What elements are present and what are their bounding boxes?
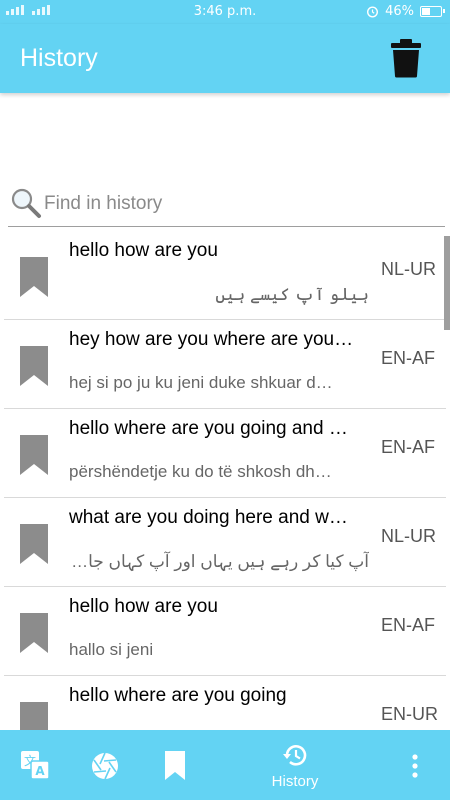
trash-icon[interactable]: [390, 38, 422, 78]
scrollbar[interactable]: [444, 236, 450, 330]
nav-history-label: History: [271, 773, 319, 790]
search-bar: [8, 185, 445, 227]
nav-camera[interactable]: [80, 730, 130, 800]
language-pair: EN-AF: [381, 437, 435, 457]
status-bar: 3:46 p.m. 46%: [0, 0, 450, 24]
language-pair: EN-UR: [381, 704, 438, 724]
search-input[interactable]: [44, 189, 434, 219]
source-text: hello where are you going: [69, 685, 287, 706]
nav-history[interactable]: History: [255, 730, 335, 800]
language-pair: NL-UR: [381, 259, 437, 279]
bookmark-icon[interactable]: [20, 524, 48, 564]
alarm-icon: [367, 6, 379, 18]
translated-text: hallo si jeni: [69, 640, 154, 659]
history-list: hello how are you ہیلو آپ کیسے ہیں NL-UR he…: [4, 231, 446, 730]
search-icon: [11, 188, 41, 218]
history-row[interactable]: hey how are you where are you… hej si po …: [4, 320, 446, 409]
more-vert-icon: [412, 754, 418, 778]
source-text: hello how are you: [69, 596, 218, 617]
history-row[interactable]: hello where are you going and … përshënde…: [4, 409, 446, 498]
language-pair: EN-AF: [381, 348, 435, 368]
bookmark-icon[interactable]: [20, 257, 48, 297]
history-row[interactable]: hello how are you hallo si jeni EN-AF: [4, 587, 446, 676]
history-row[interactable]: hello how are you ہیلو آپ کیسے ہیں NL-UR: [4, 231, 446, 320]
bookmark-icon: [165, 751, 185, 780]
history-icon: [283, 745, 307, 766]
nav-bookmarks[interactable]: [150, 730, 200, 800]
bottom-nav: 文 A History: [0, 730, 450, 800]
battery-percent: 46%: [385, 4, 414, 19]
source-text: hello where are you going and …: [69, 418, 348, 439]
source-text: hello how are you: [69, 240, 218, 261]
bookmark-icon[interactable]: [20, 702, 48, 730]
history-row[interactable]: hello where are you goingہیلو آپ کہاں جا…: [4, 676, 446, 730]
language-pair: NL-UR: [381, 526, 437, 546]
language-pair: EN-AF: [381, 615, 435, 635]
bookmark-icon[interactable]: [20, 435, 48, 475]
app-bar: History: [0, 24, 450, 93]
page-title: History: [20, 44, 98, 72]
history-row[interactable]: what are you doing here and w… آپ کیا کر …: [4, 498, 446, 587]
translated-text: hej si po ju ku jeni duke shkuar d…: [69, 373, 333, 392]
nav-more[interactable]: [395, 730, 435, 800]
camera-shutter-icon: [92, 752, 118, 780]
svg-text:A: A: [35, 764, 45, 778]
translated-text: ہیلو آپ کیسے ہیں: [215, 285, 369, 304]
translated-text: آپ کیا کر رہے ہیں یہاں اور آپ کہاں جا ر…: [69, 552, 369, 571]
translated-text: përshëndetje ku do të shkosh dh…: [69, 462, 332, 481]
bookmark-icon[interactable]: [20, 346, 48, 386]
source-text: hey how are you where are you…: [69, 329, 354, 350]
source-text: what are you doing here and w…: [69, 507, 348, 528]
battery-icon: [420, 6, 445, 17]
nav-translate[interactable]: 文 A: [10, 730, 60, 800]
translate-icon: 文 A: [21, 751, 50, 780]
bookmark-icon[interactable]: [20, 613, 48, 653]
